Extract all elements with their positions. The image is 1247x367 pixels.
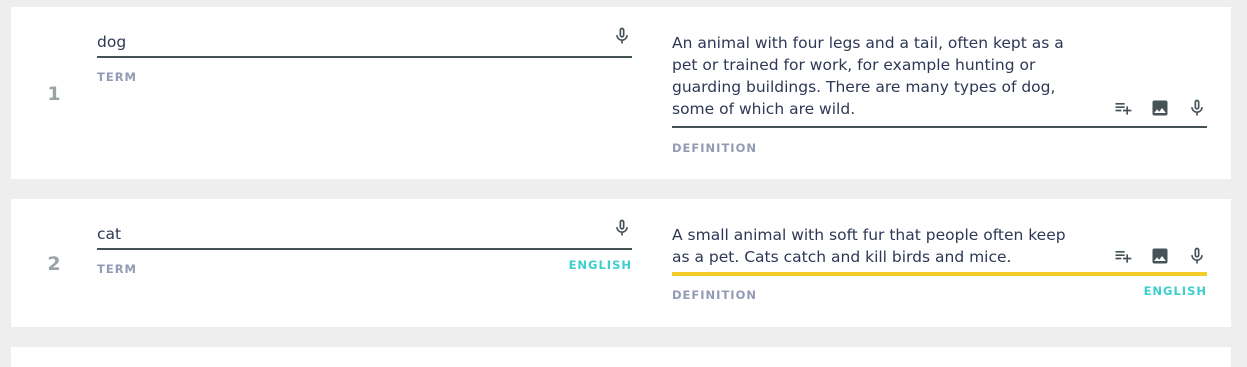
term-input[interactable]: cat: [97, 199, 632, 250]
flashcard-1: 1 dog TERM An animal with four legs and …: [11, 7, 1231, 179]
definition-label: DEFINITION: [672, 141, 757, 155]
flashcard-2: 2 cat TERM ENGLISH A small animal with s…: [11, 199, 1231, 327]
term-input[interactable]: dog: [97, 7, 632, 58]
microphone-icon[interactable]: [1187, 246, 1207, 266]
term-label: TERM: [97, 262, 137, 276]
image-icon[interactable]: [1150, 246, 1170, 266]
definition-section: A small animal with soft fur that people…: [672, 199, 1207, 304]
term-value[interactable]: dog: [97, 7, 632, 56]
term-section: dog TERM: [97, 7, 632, 86]
definition-input[interactable]: A small animal with soft fur that people…: [672, 199, 1207, 276]
microphone-icon[interactable]: [1187, 98, 1207, 118]
image-icon[interactable]: [1150, 98, 1170, 118]
microphone-icon[interactable]: [612, 218, 632, 238]
playlist-add-icon[interactable]: [1113, 98, 1133, 118]
definition-section: An animal with four legs and a tail, oft…: [672, 7, 1207, 157]
card-number: 2: [47, 253, 61, 275]
term-language-button[interactable]: ENGLISH: [569, 258, 632, 272]
flashcard-3: [11, 347, 1231, 367]
term-label: TERM: [97, 70, 137, 84]
definition-input[interactable]: An animal with four legs and a tail, oft…: [672, 7, 1207, 128]
card-number: 1: [47, 83, 61, 105]
definition-language-button[interactable]: ENGLISH: [1144, 284, 1207, 298]
playlist-add-icon[interactable]: [1113, 246, 1133, 266]
term-section: cat TERM ENGLISH: [97, 199, 632, 278]
term-value[interactable]: cat: [97, 199, 632, 248]
microphone-icon[interactable]: [612, 26, 632, 46]
definition-label: DEFINITION: [672, 288, 757, 302]
